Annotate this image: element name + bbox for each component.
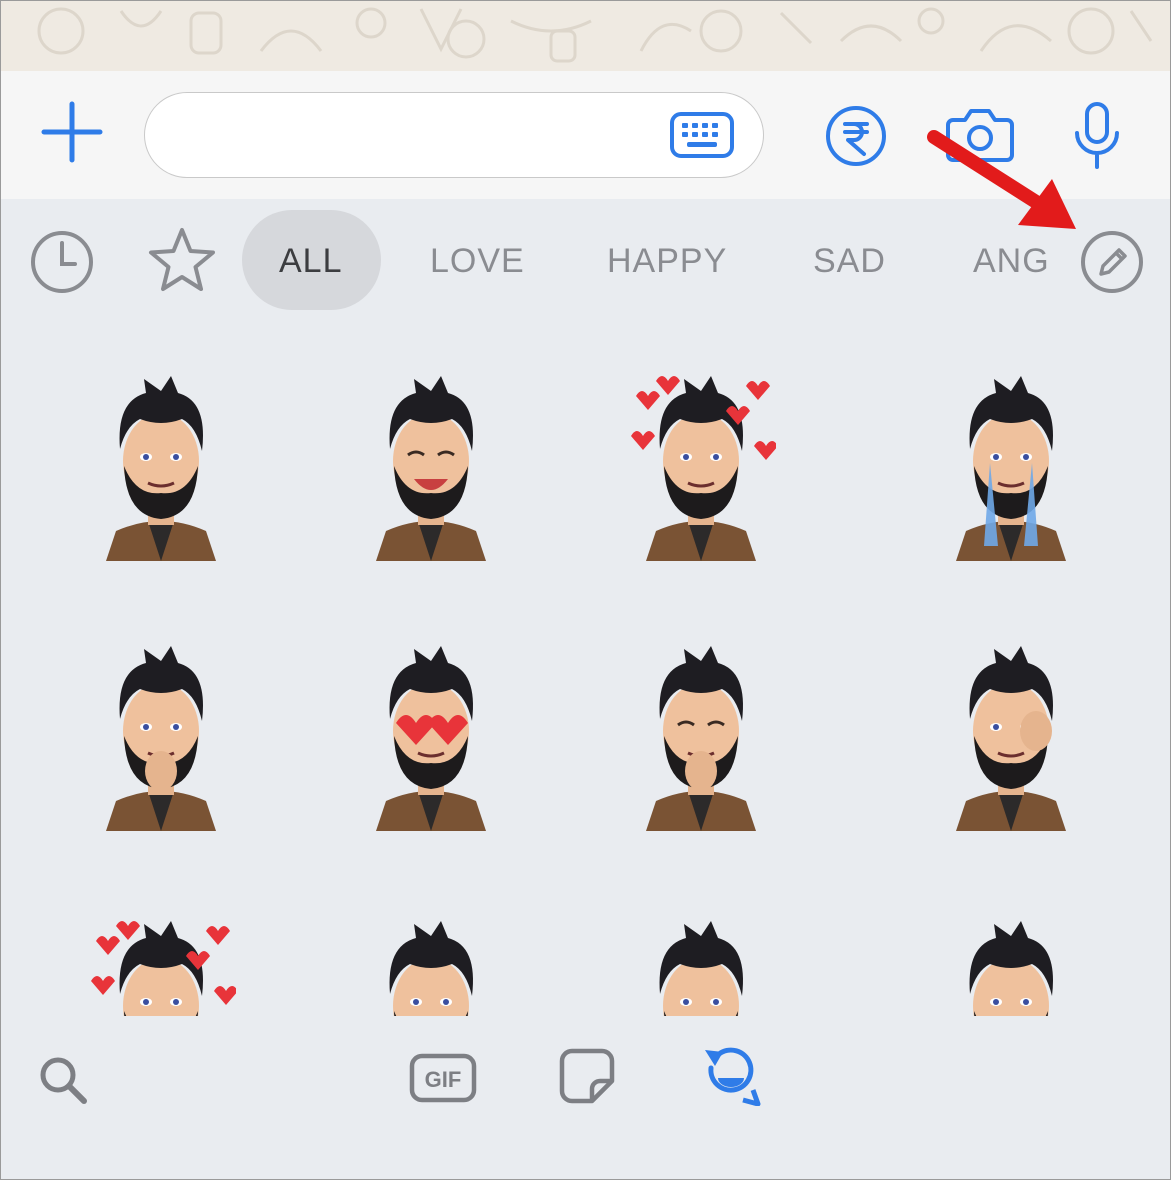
sticker-facepalm[interactable] — [936, 641, 1086, 831]
gif-label: GIF — [425, 1067, 462, 1092]
pencil-icon[interactable] — [1079, 229, 1145, 295]
star-icon[interactable] — [147, 225, 217, 295]
keyboard-icon[interactable] — [669, 111, 735, 159]
chat-wallpaper — [1, 1, 1170, 72]
sticker-heart-eyes[interactable] — [356, 641, 506, 831]
sticker-angry[interactable] — [356, 916, 506, 1016]
tab-happy[interactable]: HAPPY — [607, 239, 727, 283]
sticker-thinking[interactable] — [86, 641, 236, 831]
sticker-smiling[interactable] — [626, 916, 776, 1016]
tab-angry[interactable]: ANG — [973, 239, 1050, 283]
search-icon[interactable] — [37, 1054, 89, 1106]
tab-love[interactable]: LOVE — [430, 239, 525, 283]
sticker-crying[interactable] — [936, 371, 1086, 561]
clock-icon[interactable] — [29, 229, 95, 295]
gif-icon[interactable]: GIF — [409, 1053, 477, 1103]
sticker-icon[interactable] — [558, 1047, 616, 1105]
rupee-icon[interactable] — [824, 104, 888, 168]
avatar-icon[interactable] — [701, 1046, 761, 1107]
plus-icon[interactable] — [41, 101, 103, 163]
sticker-keyboard-screen: ALL LOVE HAPPY SAD ANG GIF — [0, 0, 1171, 1180]
sticker-giggling[interactable] — [626, 641, 776, 831]
sticker-love-hearts[interactable] — [626, 371, 776, 561]
annotation-arrow — [926, 129, 1086, 234]
tab-sad[interactable]: SAD — [813, 239, 886, 283]
sticker-wink[interactable] — [86, 371, 236, 561]
sticker-sad-hearts[interactable] — [86, 916, 236, 1016]
sticker-laughing[interactable] — [356, 371, 506, 561]
sticker-surprised[interactable] — [936, 916, 1086, 1016]
wallpaper-doodles — [37, 7, 1153, 63]
tab-all[interactable]: ALL — [279, 239, 343, 283]
